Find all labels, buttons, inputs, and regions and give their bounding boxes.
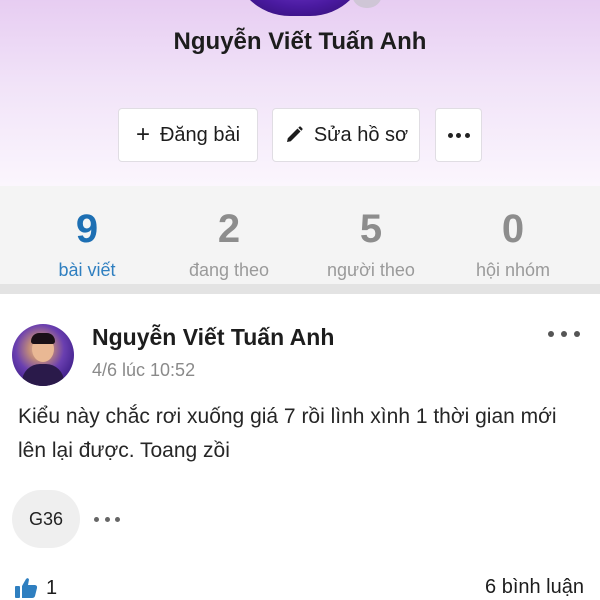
post-button-label: Đăng bài (159, 123, 241, 146)
stat-value: 2 (217, 207, 241, 251)
post-more-button[interactable] (548, 324, 580, 344)
comment-count[interactable]: 6 bình luận (485, 576, 584, 599)
pencil-icon (284, 125, 304, 145)
post-body: Kiểu này chắc rơi xuống giá 7 rồi lình x… (18, 405, 557, 462)
edit-profile-label: Sửa hồ sơ (313, 123, 409, 146)
stat-label: bài viết (58, 260, 116, 280)
stat-following[interactable]: 2 đang theo (158, 206, 300, 281)
profile-stats: 9 bài viết 2 đang theo 5 người theo 0 hộ… (0, 186, 600, 294)
stat-value: 5 (359, 207, 383, 251)
stat-value: 0 (501, 207, 525, 251)
stat-label: đang theo (188, 260, 270, 280)
post-card: Nguyễn Viết Tuấn Anh 4/6 lúc 10:52 Kiểu … (0, 304, 600, 600)
like-count: 1 (46, 576, 58, 599)
more-options-button[interactable] (435, 108, 482, 162)
like-button[interactable]: 1 (14, 576, 57, 600)
stat-groups[interactable]: 0 hội nhóm (442, 206, 584, 281)
stat-label: hội nhóm (475, 260, 551, 280)
post-timestamp: 4/6 lúc 10:52 (92, 360, 196, 380)
stat-posts[interactable]: 9 bài viết (16, 206, 158, 281)
post-button[interactable]: + Đăng bài (118, 108, 258, 162)
stat-label: người theo (327, 260, 415, 280)
profile-avatar[interactable] (232, 0, 368, 16)
profile-actions: + Đăng bài Sửa hồ sơ (0, 108, 600, 164)
stat-value: 9 (75, 207, 99, 251)
stat-followers[interactable]: 5 người theo (300, 206, 442, 281)
post-author-avatar[interactable] (12, 324, 74, 386)
avatar-edit-badge[interactable] (352, 0, 382, 8)
profile-header: Nguyễn Viết Tuấn Anh + Đăng bài Sửa hồ s… (0, 0, 600, 186)
stock-tag[interactable]: G36 (12, 490, 80, 548)
post-author-name[interactable]: Nguyễn Viết Tuấn Anh (92, 324, 334, 351)
edit-profile-button[interactable]: Sửa hồ sơ (272, 108, 420, 162)
profile-name: Nguyễn Viết Tuấn Anh (173, 28, 427, 55)
tag-more-button[interactable] (94, 514, 120, 524)
plus-icon: + (135, 121, 150, 148)
more-horizontal-icon (447, 132, 470, 138)
thumbs-up-icon (15, 578, 38, 598)
